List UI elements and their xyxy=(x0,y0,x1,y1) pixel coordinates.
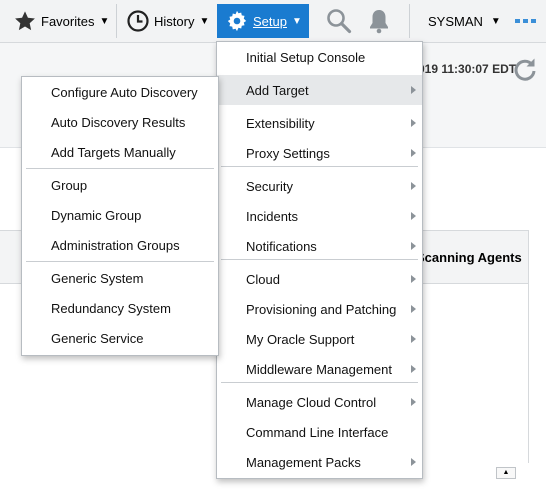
setup-menu-item[interactable]: My Oracle Support xyxy=(217,324,422,354)
setup-menu-item[interactable]: Command Line Interface xyxy=(217,417,422,447)
setup-menu-item[interactable]: Middleware Management xyxy=(217,354,422,384)
menu-item-label: Command Line Interface xyxy=(246,424,389,440)
submenu-arrow-icon xyxy=(411,335,416,343)
setup-menu-item[interactable]: Extensibility xyxy=(217,108,422,138)
page-refreshed-timestamp: 019 11:30:07 EDT xyxy=(418,62,517,76)
menu-item-label: Generic Service xyxy=(51,330,144,346)
menu-divider xyxy=(26,261,214,262)
submenu-arrow-icon xyxy=(411,275,416,283)
refresh-icon[interactable] xyxy=(512,56,538,82)
add-target-menu-item[interactable]: Group xyxy=(22,170,218,200)
submenu-arrow-icon xyxy=(411,398,416,406)
submenu-arrow-icon xyxy=(411,86,416,94)
menu-item-label: Add Targets Manually xyxy=(51,144,176,160)
setup-menu-item[interactable]: Provisioning and Patching xyxy=(217,294,422,324)
setup-menu-item[interactable]: Incidents xyxy=(217,201,422,231)
menu-divider xyxy=(221,382,418,383)
setup-menu-item[interactable]: Notifications xyxy=(217,231,422,261)
search-button[interactable] xyxy=(326,4,356,38)
scroll-up-button[interactable]: ▲ xyxy=(496,467,516,479)
submenu-arrow-icon xyxy=(411,242,416,250)
menu-item-label: Cloud xyxy=(246,271,280,287)
menu-divider xyxy=(221,166,418,167)
global-toolbar: Favorites ▼ History ▼ Setup ▼ SYSMAN ▼ xyxy=(0,0,546,43)
menu-item-label: Group xyxy=(51,177,88,193)
setup-menu-item[interactable]: Manage Cloud Control xyxy=(217,387,422,417)
setup-label: Setup xyxy=(253,13,287,29)
setup-menu-item[interactable]: Management Packs xyxy=(217,447,422,477)
menu-item-label: Notifications xyxy=(246,238,317,254)
clock-icon xyxy=(127,10,149,32)
chevron-down-icon: ▼ xyxy=(199,15,210,27)
history-button[interactable]: History ▼ xyxy=(120,4,212,38)
search-icon xyxy=(327,9,352,34)
notifications-button[interactable] xyxy=(367,4,395,38)
toolbar-divider xyxy=(116,4,117,38)
submenu-arrow-icon xyxy=(411,458,416,466)
add-target-menu-item[interactable]: Generic Service xyxy=(22,323,218,353)
menu-item-label: Add Target xyxy=(246,82,309,98)
menu-item-label: Configure Auto Discovery xyxy=(51,84,198,100)
add-target-menu-item[interactable]: Auto Discovery Results xyxy=(22,107,218,137)
menu-item-label: My Oracle Support xyxy=(246,331,355,347)
menu-divider xyxy=(26,168,214,169)
menu-item-label: Initial Setup Console xyxy=(246,49,366,65)
add-target-menu-item[interactable]: Generic System xyxy=(22,263,218,293)
chevron-down-icon: ▼ xyxy=(291,15,302,27)
column-header-scanning-agents[interactable]: Scanning Agents xyxy=(416,250,522,265)
star-icon xyxy=(15,11,35,31)
menu-divider xyxy=(221,259,418,260)
add-target-menu-item[interactable]: Administration Groups xyxy=(22,230,218,260)
setup-menu-item[interactable]: Add Target xyxy=(217,75,422,105)
menu-item-label: Proxy Settings xyxy=(246,145,330,161)
add-target-menu-item[interactable]: Redundancy System xyxy=(22,293,218,323)
more-dots-icon xyxy=(515,19,536,23)
favorites-label: Favorites xyxy=(41,13,95,29)
add-target-menu-item[interactable]: Add Targets Manually xyxy=(22,137,218,167)
setup-menu-item[interactable]: Security xyxy=(217,171,422,201)
menu-item-label: Auto Discovery Results xyxy=(51,114,186,130)
chevron-down-icon: ▼ xyxy=(490,15,501,27)
menu-item-label: Security xyxy=(246,178,293,194)
menu-item-label: Administration Groups xyxy=(51,237,180,253)
favorites-button[interactable]: Favorites ▼ xyxy=(6,4,112,38)
more-options-button[interactable] xyxy=(514,4,540,38)
menu-item-label: Redundancy System xyxy=(51,300,171,316)
menu-item-label: Middleware Management xyxy=(246,361,392,377)
user-label: SYSMAN xyxy=(428,13,483,29)
setup-menu-item[interactable]: Cloud xyxy=(217,264,422,294)
setup-menu-item[interactable]: Proxy Settings xyxy=(217,138,422,168)
submenu-arrow-icon xyxy=(411,149,416,157)
chevron-down-icon: ▼ xyxy=(99,15,110,27)
history-label: History xyxy=(154,13,195,29)
gear-icon xyxy=(227,10,247,32)
bell-icon xyxy=(370,10,388,34)
submenu-arrow-icon xyxy=(411,119,416,127)
menu-item-label: Incidents xyxy=(246,208,299,224)
setup-menu-item[interactable]: Initial Setup Console xyxy=(217,42,422,72)
toolbar-divider xyxy=(409,4,410,38)
menu-item-label: Provisioning and Patching xyxy=(246,301,397,317)
submenu-arrow-icon xyxy=(411,305,416,313)
submenu-arrow-icon xyxy=(411,365,416,373)
menu-item-label: Extensibility xyxy=(246,115,315,131)
setup-menu: Initial Setup Console Add Target Extensibi… xyxy=(216,41,423,479)
setup-button[interactable]: Setup ▼ xyxy=(217,4,309,38)
user-menu-button[interactable]: SYSMAN ▼ xyxy=(414,4,501,38)
submenu-arrow-icon xyxy=(411,182,416,190)
add-target-menu-item[interactable]: Configure Auto Discovery xyxy=(22,77,218,107)
menu-item-label: Dynamic Group xyxy=(51,207,142,223)
menu-item-label: Management Packs xyxy=(246,454,361,470)
submenu-arrow-icon xyxy=(411,212,416,220)
add-target-submenu: Configure Auto Discovery Auto Discovery R… xyxy=(21,76,219,356)
menu-item-label: Manage Cloud Control xyxy=(246,394,377,410)
add-target-menu-item[interactable]: Dynamic Group xyxy=(22,200,218,230)
menu-item-label: Generic System xyxy=(51,270,144,286)
